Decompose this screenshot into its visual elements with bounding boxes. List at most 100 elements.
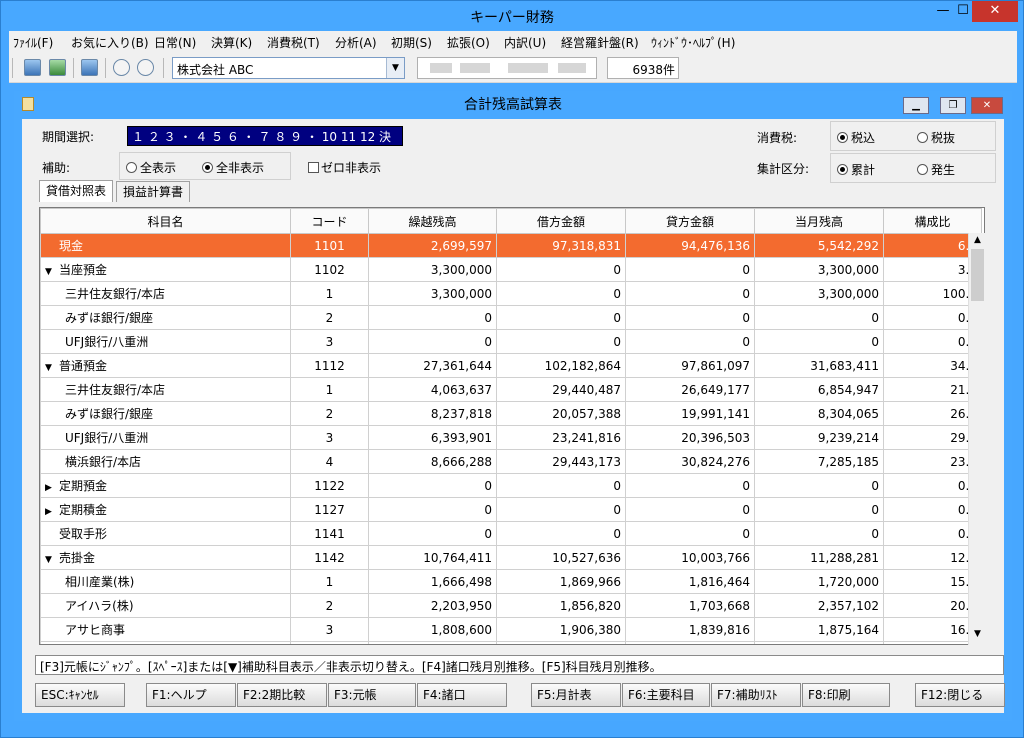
scroll-down-icon[interactable]: ▼ [969,629,986,643]
carryover-cell[interactable]: 0 [368,305,497,330]
credit-cell[interactable]: 0 [625,305,755,330]
table-row[interactable]: みずほ銀行/銀座 2 8,237,818 20,057,388 19,991,141 8,… [40,401,982,426]
balance-cell[interactable]: 8,304,065 [754,401,884,426]
debit-cell[interactable]: 0 [496,281,626,306]
carryover-cell[interactable]: 3,300,000 [368,257,497,282]
inner-minimize-button[interactable]: ▁ [903,97,929,114]
radio-tax-included[interactable]: 税込 [837,129,875,146]
collapse-toggle-icon[interactable]: ▼ [45,267,59,277]
table-row[interactable]: ▼ 普通預金 1112 27,361,644 102,182,864 97,861,097… [40,353,982,378]
ratio-cell[interactable]: 16.6 [883,617,982,642]
balance-cell[interactable] [754,641,884,644]
carryover-cell[interactable]: 1,808,600 [368,617,497,642]
ratio-cell[interactable]: 0.0 [883,497,982,522]
credit-cell[interactable]: 0 [625,281,755,306]
code-cell[interactable]: 1 [290,281,369,306]
debit-cell[interactable]: 0 [496,521,626,546]
menu-settlement[interactable]: 決算(K) [211,34,252,51]
credit-cell[interactable]: 0 [625,329,755,354]
code-cell[interactable]: 1101 [290,233,369,258]
radio-cumulative[interactable]: 累計 [837,161,875,178]
table-row[interactable]: UFJ銀行/八重洲300000.0 [40,329,982,354]
scroll-up-icon[interactable]: ▲ [969,235,986,249]
radio-occurrence[interactable]: 発生 [917,161,955,178]
window-icon[interactable] [81,59,98,76]
debit-cell[interactable]: 1,906,380 [496,617,626,642]
balance-cell[interactable]: 11,288,281 [754,545,884,570]
f8-print-button[interactable]: F8:印刷 [802,683,890,707]
debit-cell[interactable]: 20,057,388 [496,401,626,426]
balance-cell[interactable]: 1,875,164 [754,617,884,642]
credit-cell[interactable]: 1,816,464 [625,569,755,594]
balance-cell[interactable]: 1,720,000 [754,569,884,594]
menu-daily[interactable]: 日常(N) [154,34,196,51]
debit-cell[interactable]: 23,241,816 [496,425,626,450]
vertical-scrollbar[interactable]: ▲ ▼ [968,233,986,645]
balance-cell[interactable]: 0 [754,473,884,498]
menu-consumption-tax[interactable]: 消費税(T) [267,34,320,51]
chevron-down-icon[interactable]: ▼ [386,58,404,78]
balance-cell[interactable]: 31,683,411 [754,353,884,378]
credit-cell[interactable]: 0 [625,473,755,498]
menu-analysis[interactable]: 分析(A) [335,34,377,51]
column-header-account[interactable]: 科目名 [40,208,291,234]
radio-tax-excluded[interactable]: 税抜 [917,129,955,146]
table-row[interactable]: 横浜銀行/本店 4 8,666,288 29,443,173 30,824,276 7,2… [40,449,982,474]
table-row[interactable]: 相川産業(株) 1 1,666,498 1,869,966 1,816,464 1,720… [40,569,982,594]
ratio-cell[interactable]: 34.3 [883,353,982,378]
code-cell[interactable]: 2 [290,593,369,618]
account-name-cell[interactable]: みずほ銀行/銀座 [40,401,291,426]
expand-toggle-icon[interactable]: ▶ [45,483,59,493]
tab-balance-sheet[interactable]: 貸借対照表 [39,180,113,202]
table-row[interactable]: 受取手形114100000.0 [40,521,982,546]
f1-help-button[interactable]: F1:ヘルプ [146,683,236,707]
table-row[interactable]: 現金 1101 2,699,597 97,318,831 94,476,136 5,542… [40,233,982,258]
collapse-toggle-icon[interactable]: ▼ [45,555,59,565]
balance-cell[interactable]: 0 [754,521,884,546]
column-header-credit[interactable]: 貸方金額 [625,208,755,234]
ratio-cell[interactable]: 12.2 [883,545,982,570]
debit-cell[interactable]: 97,318,831 [496,233,626,258]
debit-cell[interactable]: 0 [496,257,626,282]
trial-balance-grid[interactable]: 科目名 コード 繰越残高 借方金額 貸方金額 当月残高 構成比 現金 1101 2,… [39,207,985,645]
account-name-cell[interactable]: 横浜銀行/本店 [40,449,291,474]
balance-cell[interactable]: 3,300,000 [754,281,884,306]
ratio-cell[interactable]: 21.6 [883,377,982,402]
code-cell[interactable]: 2 [290,305,369,330]
ratio-cell[interactable]: 0.0 [883,473,982,498]
radio-show-all[interactable]: 全表示 [126,159,176,176]
carryover-cell[interactable]: 8,666,288 [368,449,497,474]
debit-cell[interactable]: 29,440,487 [496,377,626,402]
carryover-cell[interactable]: 3,300,000 [368,281,497,306]
close-button[interactable]: ✕ [972,1,1018,22]
account-name-cell[interactable]: みずほ銀行/銀座 [40,305,291,330]
debit-cell[interactable]: 0 [496,473,626,498]
account-name-cell[interactable]: 受取手形 [40,521,291,546]
credit-cell[interactable]: 30,824,276 [625,449,755,474]
tab-income-statement[interactable]: 損益計算書 [116,181,190,202]
account-name-cell[interactable]: ▶ 定期預金 [40,473,291,498]
code-cell[interactable]: 1141 [290,521,369,546]
debit-cell[interactable]: 29,443,173 [496,449,626,474]
credit-cell[interactable]: 1,839,816 [625,617,755,642]
collapse-toggle-icon[interactable]: ▼ [45,363,59,373]
ratio-cell[interactable]: 0.0 [883,521,982,546]
balance-cell[interactable]: 3,300,000 [754,257,884,282]
table-row[interactable]: UFJ銀行/八重洲 3 6,393,901 23,241,816 20,396,503 9… [40,425,982,450]
menu-initial[interactable]: 初期(S) [391,34,432,51]
zoom-out-icon[interactable] [137,59,154,76]
carryover-cell[interactable]: 0 [368,473,497,498]
account-name-cell[interactable]: ▼ 売掛金 [40,545,291,570]
table-row[interactable]: アサヒ商事 3 1,808,600 1,906,380 1,839,816 1,875,1… [40,617,982,642]
ratio-cell[interactable] [883,641,982,644]
credit-cell[interactable]: 20,396,503 [625,425,755,450]
ratio-cell[interactable]: 3.6 [883,257,982,282]
account-name-cell[interactable]: ▼ 普通預金 [40,353,291,378]
code-cell[interactable]: 1112 [290,353,369,378]
balance-cell[interactable]: 0 [754,497,884,522]
table-row[interactable]: ▼当座預金11023,300,000003,300,0003.6 [40,257,982,282]
account-name-cell[interactable]: UFJ銀行/八重洲 [40,329,291,354]
credit-cell[interactable]: 0 [625,521,755,546]
ratio-cell[interactable]: 6.0 [883,233,982,258]
f7-sub-list-button[interactable]: F7:補助ﾘｽﾄ [711,683,801,707]
